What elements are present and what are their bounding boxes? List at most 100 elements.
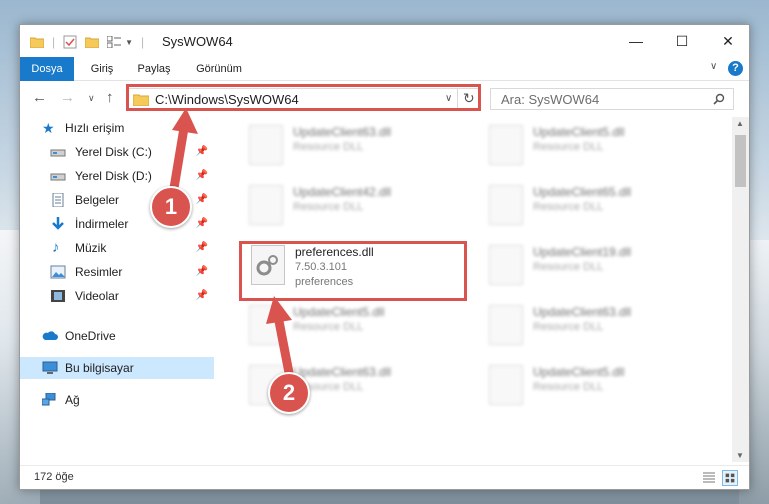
annotation-highlight-file	[239, 241, 467, 301]
file-name: UpdateClient63.dll	[293, 365, 392, 379]
help-icon[interactable]: ?	[728, 61, 743, 76]
network-icon	[42, 393, 56, 406]
sidebar-item-local-disk-d[interactable]: Yerel Disk (D:) 📌	[20, 165, 214, 187]
tab-share[interactable]: Paylaş	[128, 57, 180, 81]
up-arrow-icon[interactable]: ↑	[106, 89, 114, 106]
dll-file-icon	[489, 125, 523, 165]
file-description: Resource DLL	[293, 141, 364, 153]
sidebar-item-quick-access[interactable]: ★ Hızlı erişim	[20, 117, 214, 139]
dll-file-icon	[489, 245, 523, 285]
view-options-icon[interactable]	[107, 36, 122, 48]
scrollbar-thumb[interactable]	[735, 135, 746, 187]
file-description: Resource DLL	[293, 321, 364, 333]
sidebar-item-label: Ağ	[65, 393, 80, 407]
file-name: UpdateClient19.dll	[533, 245, 632, 259]
back-arrow-icon[interactable]: ←	[32, 89, 47, 106]
file-description: Resource DLL	[533, 321, 604, 333]
file-item[interactable]: UpdateClient5.dll Resource DLL	[239, 301, 464, 351]
pin-icon[interactable]: 📌	[196, 141, 208, 163]
sidebar-item-label: Videolar	[75, 289, 119, 303]
sidebar-item-local-disk-c[interactable]: Yerel Disk (C:) 📌	[20, 141, 214, 163]
sidebar-item-videos[interactable]: Videolar 📌	[20, 285, 214, 307]
file-item[interactable]: UpdateClient63.dll Resource DLL	[479, 301, 704, 351]
file-name: UpdateClient63.dll	[533, 305, 632, 319]
file-description: Resource DLL	[293, 201, 364, 213]
search-box[interactable]: Ara: SysWOW64	[490, 88, 734, 110]
step-badge-2: 2	[268, 372, 310, 414]
sidebar-item-label: Müzik	[75, 241, 107, 255]
file-name: UpdateClient5.dll	[533, 125, 625, 139]
file-name: UpdateClient42.dll	[293, 185, 392, 199]
sidebar-item-label: İndirmeler	[75, 217, 129, 231]
file-item[interactable]: UpdateClient19.dll Resource DLL	[479, 241, 704, 291]
search-input[interactable]: Ara: SysWOW64	[501, 92, 599, 107]
dll-file-icon	[489, 185, 523, 225]
tab-file[interactable]: Dosya	[20, 57, 74, 81]
music-icon: ♪	[52, 239, 60, 256]
maximize-button[interactable]: ☐	[659, 25, 705, 57]
title-bar: | ▼ | SysWOW64 — ☐ ✕	[20, 25, 749, 57]
file-item[interactable]: UpdateClient42.dll Resource DLL	[239, 181, 464, 231]
dll-file-icon	[489, 305, 523, 345]
details-view-icon[interactable]	[702, 471, 716, 485]
drive-icon	[50, 173, 66, 181]
download-icon	[52, 217, 64, 230]
new-folder-icon[interactable]	[85, 36, 100, 48]
file-item[interactable]: UpdateClient63.dll Resource DLL	[239, 121, 464, 171]
close-button[interactable]: ✕	[705, 25, 749, 57]
expand-ribbon-icon[interactable]: ∨	[710, 61, 717, 72]
pin-icon[interactable]: 📌	[196, 189, 208, 211]
folder-icon[interactable]	[30, 36, 44, 48]
drive-icon	[50, 149, 66, 157]
tiles-view-icon[interactable]	[722, 470, 738, 486]
search-icon[interactable]	[713, 93, 725, 105]
recent-locations-icon[interactable]: ∨	[88, 93, 95, 104]
file-item[interactable]: UpdateClient65.dll Resource DLL	[479, 181, 704, 231]
file-description: Resource DLL	[533, 141, 604, 153]
sidebar-item-this-pc[interactable]: Bu bilgisayar	[20, 357, 214, 379]
sidebar-item-network[interactable]: Ağ	[20, 389, 214, 411]
sidebar-item-pictures[interactable]: Resimler 📌	[20, 261, 214, 283]
tab-view[interactable]: Görünüm	[188, 57, 250, 81]
toolbar-separator: |	[52, 35, 56, 49]
properties-icon[interactable]	[63, 35, 77, 49]
vertical-scrollbar[interactable]: ▲ ▼	[732, 117, 749, 462]
file-name: UpdateClient5.dll	[533, 365, 625, 379]
customize-toolbar-icon[interactable]: ▼	[125, 38, 133, 47]
sidebar-item-label: Hızlı erişim	[65, 121, 125, 135]
dll-file-icon	[489, 365, 523, 405]
sidebar-item-music[interactable]: ♪ Müzik 📌	[20, 237, 214, 259]
cloud-icon	[42, 331, 58, 340]
file-item[interactable]: UpdateClient5.dll Resource DLL	[479, 361, 704, 411]
dll-file-icon	[249, 185, 283, 225]
pin-icon[interactable]: 📌	[196, 165, 208, 187]
star-icon: ★	[42, 120, 55, 136]
ribbon-tabs: Dosya Giriş Paylaş Görünüm ∨ ?	[20, 57, 749, 81]
address-row: ← → ∨ ↑ C:\Windows\SysWOW64 ∨ ↻ Ara: Sys…	[20, 81, 749, 115]
file-item[interactable]: UpdateClient5.dll Resource DLL	[479, 121, 704, 171]
status-bar: 172 öğe	[20, 465, 749, 489]
item-count: 172 öğe	[34, 471, 74, 483]
file-description: Resource DLL	[533, 381, 604, 393]
tab-home[interactable]: Giriş	[80, 57, 124, 81]
forward-arrow-icon[interactable]: →	[60, 89, 75, 106]
window-title: SysWOW64	[162, 34, 233, 49]
scroll-down-icon[interactable]: ▼	[736, 451, 744, 460]
sidebar-item-label: Yerel Disk (C:)	[75, 145, 152, 159]
scroll-up-icon[interactable]: ▲	[736, 119, 744, 128]
file-description: Resource DLL	[533, 201, 604, 213]
pin-icon[interactable]: 📌	[196, 261, 208, 283]
minimize-button[interactable]: —	[613, 25, 659, 57]
step-badge-1: 1	[150, 186, 192, 228]
pin-icon[interactable]: 📌	[196, 213, 208, 235]
file-name: UpdateClient65.dll	[533, 185, 632, 199]
pin-icon[interactable]: 📌	[196, 285, 208, 307]
video-icon	[51, 290, 65, 302]
file-explorer-window: | ▼ | SysWOW64 — ☐ ✕ Dosya Giriş Paylaş …	[19, 24, 750, 490]
sidebar-item-label: Resimler	[75, 265, 123, 279]
sidebar-item-onedrive[interactable]: OneDrive	[20, 325, 214, 347]
sidebar-item-label: Belgeler	[75, 193, 120, 207]
file-name: UpdateClient5.dll	[293, 305, 385, 319]
toolbar-separator: |	[141, 35, 145, 49]
pin-icon[interactable]: 📌	[196, 237, 208, 259]
